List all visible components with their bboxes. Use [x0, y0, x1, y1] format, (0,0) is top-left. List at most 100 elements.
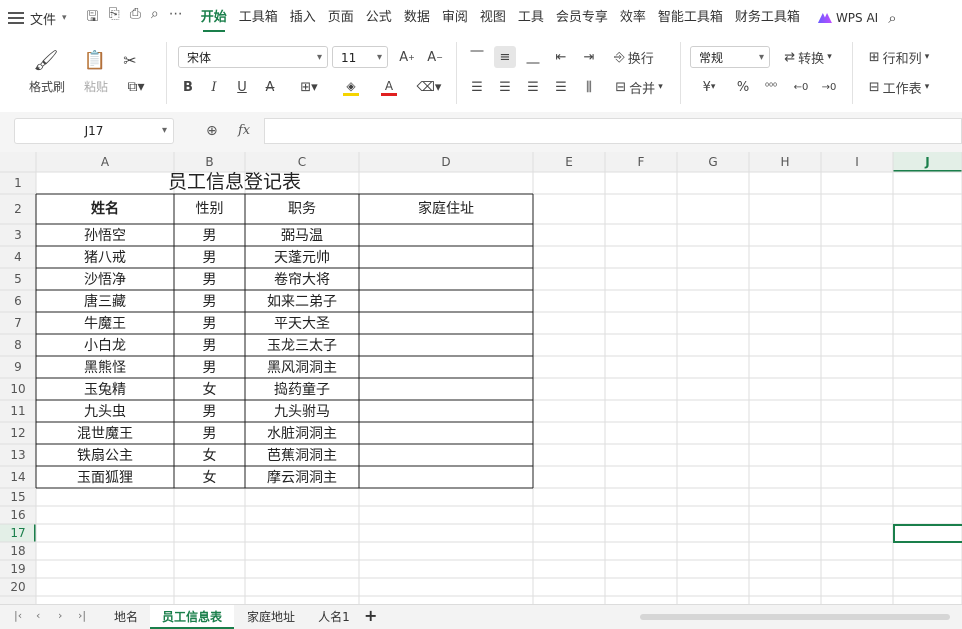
format-painter-label[interactable]: 格式刷 [22, 78, 72, 94]
row-header-18[interactable]: 18 [10, 544, 25, 558]
row-header-19[interactable]: 19 [10, 562, 25, 576]
wps-ai-button[interactable]: WPS AI [817, 11, 878, 25]
table-cell[interactable]: 天蓬元帅 [274, 250, 330, 266]
tab-3[interactable]: 页面 [322, 0, 360, 36]
row-header-14[interactable]: 14 [10, 470, 25, 484]
first-sheet-icon[interactable]: |‹ [14, 609, 22, 622]
column-header-G[interactable]: G [708, 155, 717, 169]
name-box[interactable]: J17 ▾ [14, 118, 174, 144]
tab-7[interactable]: 视图 [474, 0, 512, 36]
font-color-icon[interactable]: A [372, 76, 406, 98]
align-middle-icon[interactable]: ≡ [494, 46, 516, 68]
tab-8[interactable]: 工具 [512, 0, 550, 36]
row-header-4[interactable]: 4 [14, 250, 22, 264]
column-header-E[interactable]: E [565, 155, 573, 169]
row-header-5[interactable]: 5 [14, 272, 22, 286]
selected-cell-outline[interactable] [893, 524, 962, 543]
last-sheet-icon[interactable]: ›| [78, 609, 86, 622]
font-size-select[interactable]: 11 ▾ [332, 46, 388, 68]
file-menu[interactable]: 文件 [30, 9, 56, 28]
table-cell[interactable]: 沙悟净 [84, 272, 126, 288]
wrap-text-button[interactable]: ⎆ 换行 [608, 46, 660, 68]
paste-label[interactable]: 粘贴 [76, 78, 116, 94]
increase-indent-icon[interactable]: ⇥ [578, 46, 600, 68]
print-icon[interactable]: ⎙ [130, 6, 141, 30]
align-center-icon[interactable]: ☰ [494, 76, 516, 98]
align-left-icon[interactable]: ☰ [466, 76, 488, 98]
row-header-2[interactable]: 2 [14, 202, 22, 216]
tab-1[interactable]: 工具箱 [233, 0, 284, 36]
table-cell[interactable]: 牛魔王 [84, 316, 126, 332]
column-header-D[interactable]: D [441, 155, 450, 169]
table-cell[interactable]: 铁扇公主 [77, 448, 133, 464]
format-painter-icon[interactable]: 🖌 [26, 48, 66, 72]
table-cell[interactable]: 捣药童子 [274, 381, 330, 398]
row-header-9[interactable]: 9 [14, 360, 22, 374]
next-sheet-icon[interactable]: › [58, 609, 62, 622]
tab-5[interactable]: 数据 [398, 0, 436, 36]
table-cell[interactable]: 男 [203, 294, 217, 310]
table-cell[interactable]: 芭蕉洞洞主 [267, 447, 337, 464]
column-header-B[interactable]: B [205, 155, 213, 169]
more-icon[interactable]: ⋯ [169, 6, 183, 30]
decrease-font-icon[interactable]: A − [424, 46, 446, 68]
tab-6[interactable]: 审阅 [436, 0, 474, 36]
table-cell[interactable]: 男 [203, 360, 217, 376]
table-header-cell[interactable]: 职务 [288, 201, 316, 217]
table-cell[interactable]: 男 [203, 272, 217, 288]
paste-icon[interactable]: 📋 [80, 48, 110, 72]
column-header-J[interactable]: J [924, 155, 929, 169]
table-cell[interactable]: 男 [203, 404, 217, 420]
table-cell[interactable]: 女 [203, 447, 217, 464]
table-cell[interactable]: 男 [203, 338, 217, 354]
table-cell[interactable]: 男 [203, 426, 217, 442]
row-header-10[interactable]: 10 [10, 382, 25, 396]
tab-9[interactable]: 会员专享 [550, 0, 614, 36]
table-cell[interactable]: 卷帘大将 [274, 272, 330, 288]
currency-icon[interactable]: ¥ ▾ [692, 76, 726, 98]
convert-button[interactable]: ⇄ 转换 ▾ [776, 46, 840, 68]
tab-11[interactable]: 智能工具箱 [652, 0, 729, 36]
table-header-cell[interactable]: 姓名 [91, 200, 119, 217]
table-cell[interactable]: 玉面狐狸 [77, 470, 133, 486]
font-name-select[interactable]: 宋体 ▾ [178, 46, 328, 68]
copy-icon[interactable]: ⧉▾ [118, 76, 154, 98]
italic-icon[interactable]: I [204, 76, 224, 98]
justify-icon[interactable]: ☰ [550, 76, 572, 98]
table-cell[interactable]: 男 [203, 316, 217, 332]
table-cell[interactable]: 混世魔王 [77, 426, 133, 442]
preview-icon[interactable]: ⌕ [151, 6, 159, 30]
hamburger-menu-icon[interactable] [8, 12, 24, 24]
row-header-8[interactable]: 8 [14, 338, 22, 352]
percent-icon[interactable]: % [732, 76, 754, 98]
add-sheet-icon[interactable]: + [364, 606, 377, 625]
table-cell[interactable]: 如来二弟子 [267, 294, 337, 310]
table-header-cell[interactable]: 家庭住址 [418, 200, 474, 217]
column-header-F[interactable]: F [638, 155, 645, 169]
sheet-tab-3[interactable]: 人名1 [306, 605, 362, 629]
table-cell[interactable]: 小白龙 [84, 338, 126, 354]
cut-icon[interactable]: ✂ [118, 48, 142, 72]
formula-input[interactable] [264, 118, 962, 144]
row-header-11[interactable]: 11 [10, 404, 25, 418]
table-cell[interactable]: 猪八戒 [84, 250, 126, 266]
row-header-15[interactable]: 15 [10, 490, 25, 504]
merge-button[interactable]: ⊟ 合并 ▾ [608, 76, 670, 98]
table-cell[interactable]: 男 [203, 250, 217, 266]
sheet-tab-1[interactable]: 员工信息表 [150, 605, 234, 629]
row-header-12[interactable]: 12 [10, 426, 25, 440]
strikethrough-icon[interactable]: A [260, 76, 280, 98]
tab-4[interactable]: 公式 [360, 0, 398, 36]
row-header-16[interactable]: 16 [10, 508, 25, 522]
decrease-decimal-icon[interactable]: →0 [818, 76, 840, 98]
column-header-H[interactable]: H [780, 155, 789, 169]
row-header-20[interactable]: 20 [10, 580, 25, 594]
row-header-7[interactable]: 7 [14, 316, 22, 330]
grid-canvas[interactable]: A B C D E F G H I J123456789101112131415161718192… [0, 152, 962, 604]
table-cell[interactable]: 女 [203, 469, 217, 486]
worksheet-button[interactable]: ⊟ 工作表 ▾ [862, 76, 936, 98]
function-icon[interactable]: fx [238, 123, 250, 138]
row-header-13[interactable]: 13 [10, 448, 25, 462]
fill-color-icon[interactable]: ◈ [334, 76, 368, 98]
tab-0[interactable]: 开始 [195, 0, 233, 36]
